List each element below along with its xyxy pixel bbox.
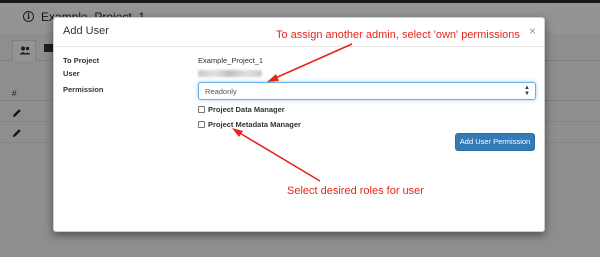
annotation-arrows — [232, 43, 353, 182]
arrowhead — [267, 74, 279, 82]
arrowhead — [232, 128, 243, 137]
arrow-to-permission-select — [272, 43, 353, 80]
arrow-to-role-checkboxes — [237, 131, 321, 182]
